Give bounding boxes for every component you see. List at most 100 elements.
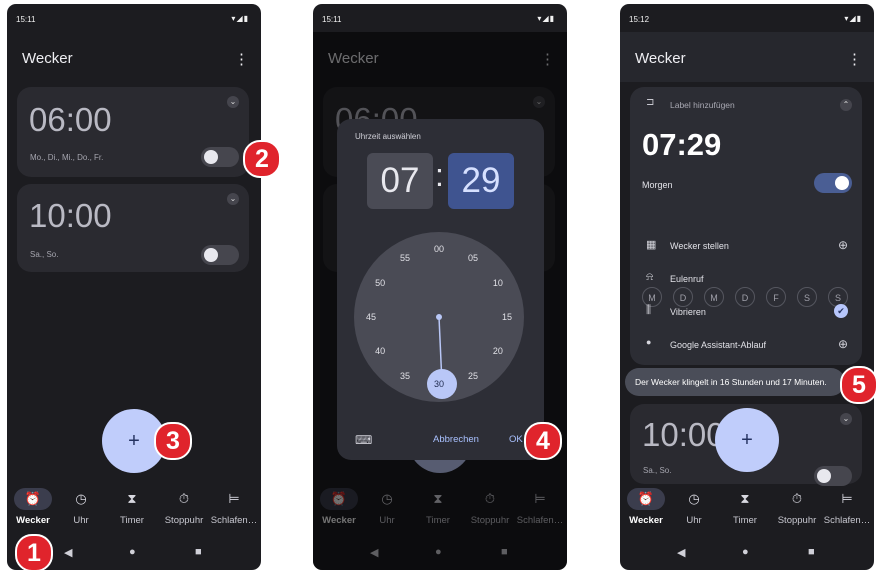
clock-number[interactable]: 05 [468, 253, 478, 263]
minute-field[interactable]: 29 [448, 153, 514, 209]
morning-label: Morgen [642, 180, 673, 190]
clock-number[interactable]: 40 [375, 346, 385, 356]
app-title: Wecker [635, 50, 686, 67]
alarm-time[interactable]: 10:00 [29, 197, 112, 235]
add-alarm-button[interactable]: + [715, 408, 779, 472]
calendar-icon: ▦ [646, 239, 657, 251]
clock-icon: ◷ [75, 491, 87, 506]
status-time: 15:11 [16, 15, 36, 24]
vibrate-label[interactable]: Vibrieren [670, 307, 706, 317]
alarm-toggle[interactable] [201, 147, 239, 167]
back-icon[interactable]: ◀ [677, 546, 685, 559]
alarm-toggle[interactable] [814, 173, 852, 193]
clock-number[interactable]: 15 [502, 312, 512, 322]
cancel-button[interactable]: Abbrechen [433, 434, 479, 445]
nav-item-timer[interactable]: ⧗ Timer [719, 488, 771, 526]
phone-screen-time-picker: 15:11 ▾◢▮ Wecker ⋮ 06:00 ⌄ + ⏰ Wecker ◷ … [313, 4, 567, 570]
add-icon[interactable]: ⊕ [838, 238, 848, 252]
phone-screen-alarm-expanded: 15:12 ▾◢▮ Wecker ⋮ ⊐ Label hinzufügen ⌃ … [620, 4, 874, 570]
alarm-card-expanded[interactable]: ⊐ Label hinzufügen ⌃ 07:29 Morgen M D M … [630, 87, 862, 365]
status-icons: ▾◢▮ [844, 14, 862, 23]
stopwatch-icon: ⏱ [178, 491, 190, 506]
chevron-up-icon[interactable]: ⌃ [840, 99, 852, 111]
nav-label: Timer [733, 515, 757, 526]
clock-number[interactable]: 50 [375, 278, 385, 288]
overflow-menu-icon[interactable]: ⋮ [234, 50, 249, 68]
day-toggle[interactable]: D [673, 287, 693, 307]
nav-label: Schlafen… [210, 515, 258, 526]
nav-item-uhr[interactable]: ◷ Uhr [55, 488, 107, 526]
hour-field[interactable]: 07 [367, 153, 433, 209]
nav-item-schlafen[interactable]: ⊨ Schlafen… [821, 488, 873, 526]
nav-item-wecker[interactable]: ⏰ Wecker [620, 488, 672, 526]
alarm-toggle[interactable] [201, 245, 239, 265]
home-icon[interactable]: ● [742, 546, 749, 558]
schedule-alarm-label[interactable]: Wecker stellen [670, 241, 729, 251]
ringtone-label[interactable]: Eulenruf [670, 274, 704, 284]
stopwatch-icon: ⏱ [791, 491, 803, 506]
check-icon[interactable]: ✔ [834, 304, 848, 318]
label-field[interactable]: Label hinzufügen [670, 100, 735, 110]
step-badge-4: 4 [524, 422, 562, 460]
day-toggle[interactable]: D [735, 287, 755, 307]
alarm-time[interactable]: 07:29 [642, 127, 721, 163]
step-badge-1: 1 [15, 534, 53, 572]
alarm-card-1[interactable]: 06:00 ⌄ Mo., Di., Mi., Do., Fr. [17, 87, 249, 177]
keyboard-icon[interactable]: ⌨ [355, 433, 372, 447]
alarm-days: Mo., Di., Mi., Do., Fr. [30, 153, 104, 162]
add-icon[interactable]: ⊕ [838, 337, 848, 351]
clock-dial[interactable]: 00 05 10 15 20 25 30 35 40 45 50 55 [354, 232, 524, 402]
clock-number[interactable]: 35 [400, 371, 410, 381]
alarm-toggle[interactable] [814, 466, 852, 486]
alarm-card-2[interactable]: 10:00 ⌄ Sa., So. [17, 184, 249, 272]
nav-item-timer[interactable]: ⧗ Timer [106, 488, 158, 526]
home-icon[interactable]: ● [129, 546, 136, 558]
step-badge-2: 2 [243, 140, 281, 178]
nav-item-uhr[interactable]: ◷ Uhr [668, 488, 720, 526]
chevron-down-icon[interactable]: ⌄ [227, 193, 239, 205]
day-toggle[interactable]: F [766, 287, 786, 307]
bed-icon: ⊨ [841, 491, 853, 506]
nav-label: Wecker [629, 515, 663, 526]
nav-item-schlafen[interactable]: ⊨ Schlafen… [208, 488, 260, 526]
clock-icon: ◷ [688, 491, 700, 506]
status-time: 15:11 [322, 15, 342, 24]
nav-item-stoppuhr[interactable]: ⏱ Stoppuhr [158, 488, 210, 526]
day-toggle[interactable]: S [797, 287, 817, 307]
overflow-menu-icon[interactable]: ⋮ [847, 50, 862, 68]
ok-button[interactable]: OK [509, 434, 523, 445]
recents-icon[interactable]: ■ [195, 546, 202, 558]
clock-number[interactable]: 00 [434, 244, 444, 254]
assistant-routine-label[interactable]: Google Assistant-Ablauf [670, 340, 766, 350]
recents-icon[interactable]: ■ [808, 546, 815, 558]
time-picker-dialog: Uhrzeit auswählen 07 : 29 00 05 10 15 20 25 30… [337, 119, 544, 460]
phone-screen-alarm-list: 15:11 ▾◢▮ Wecker ⋮ 06:00 ⌄ Mo., Di., Mi.… [7, 4, 261, 570]
nav-item-wecker[interactable]: ⏰ Wecker [7, 488, 59, 526]
app-title: Wecker [22, 50, 73, 67]
clock-hand [427, 314, 457, 399]
hourglass-icon: ⧗ [740, 491, 750, 506]
day-toggle[interactable]: M [642, 287, 662, 307]
clock-number[interactable]: 55 [400, 253, 410, 263]
alarm-time[interactable]: 06:00 [29, 101, 112, 139]
nav-label: Stoppuhr [164, 515, 204, 526]
snackbar-message: Der Wecker klingelt in 16 Stunden und 17… [625, 368, 845, 396]
clock-number[interactable]: 10 [493, 278, 503, 288]
chevron-down-icon[interactable]: ⌄ [840, 413, 852, 425]
bottom-navigation: ⏰ Wecker ◷ Uhr ⧗ Timer ⏱ Stoppuhr ⊨ Schl… [620, 488, 874, 536]
clock-number[interactable]: 20 [493, 346, 503, 356]
nav-label: Uhr [73, 515, 89, 526]
nav-label: Wecker [16, 515, 50, 526]
chevron-down-icon[interactable]: ⌄ [227, 96, 239, 108]
day-toggle[interactable]: M [704, 287, 724, 307]
back-icon[interactable]: ◀ [64, 546, 72, 559]
clock-number[interactable]: 25 [468, 371, 478, 381]
clock-number[interactable]: 30 [434, 379, 444, 389]
bottom-navigation: ⏰ Wecker ◷ Uhr ⧗ Timer ⏱ Stoppuhr ⊨ Schl… [7, 488, 261, 536]
clock-number[interactable]: 45 [366, 312, 376, 322]
status-time: 15:12 [629, 15, 650, 24]
nav-item-stoppuhr[interactable]: ⏱ Stoppuhr [771, 488, 823, 526]
label-icon: ⊐ [646, 97, 655, 108]
alarm-time[interactable]: 10:00 [642, 416, 725, 454]
alarm-days: Sa., So. [643, 466, 672, 475]
